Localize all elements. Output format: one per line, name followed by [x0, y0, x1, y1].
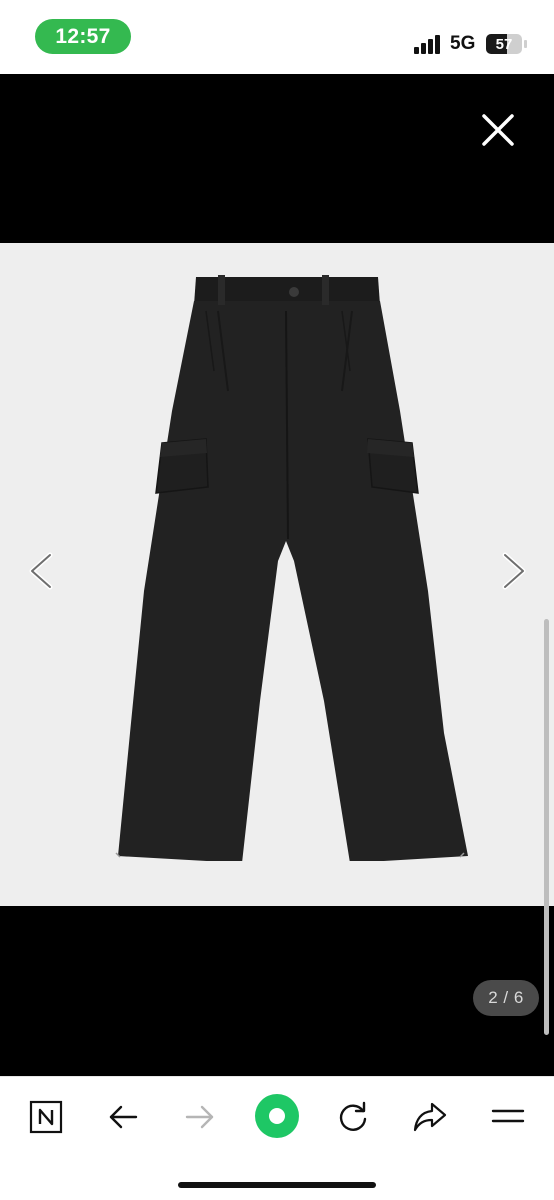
arrow-right-icon: [185, 1105, 214, 1129]
refresh-icon: [339, 1101, 367, 1131]
scroll-indicator[interactable]: [544, 619, 549, 1035]
status-bar: 12:57 5G 57: [0, 0, 554, 74]
forward-button[interactable]: [178, 1095, 222, 1139]
arrow-left-icon: [109, 1105, 138, 1129]
status-time: 12:57: [35, 19, 131, 54]
image-viewer: 2 / 6: [0, 74, 554, 1076]
chevron-left-icon[interactable]: [26, 549, 56, 593]
battery-icon: 57: [486, 34, 522, 54]
menu-icon: [491, 1109, 525, 1123]
browser-toolbar: [0, 1076, 554, 1200]
chevron-right-icon[interactable]: [499, 549, 529, 593]
back-button[interactable]: [101, 1095, 145, 1139]
image-counter: 2 / 6: [473, 980, 539, 1016]
naver-home-button[interactable]: [24, 1095, 68, 1139]
cargo-pants-image: [115, 275, 468, 861]
naver-n-icon: [29, 1100, 63, 1134]
green-dot-icon: [255, 1094, 299, 1138]
green-dot-button[interactable]: [254, 1093, 300, 1139]
share-icon: [413, 1102, 447, 1132]
signal-icon: [414, 35, 440, 54]
network-type: 5G: [450, 33, 476, 54]
product-photo[interactable]: [0, 243, 554, 1035]
battery-level: 57: [495, 35, 513, 53]
close-icon[interactable]: [476, 108, 520, 152]
refresh-button[interactable]: [331, 1095, 375, 1139]
share-button[interactable]: [408, 1095, 452, 1139]
menu-button[interactable]: [486, 1095, 530, 1139]
battery-cap: [524, 40, 527, 48]
home-indicator[interactable]: [178, 1182, 376, 1188]
